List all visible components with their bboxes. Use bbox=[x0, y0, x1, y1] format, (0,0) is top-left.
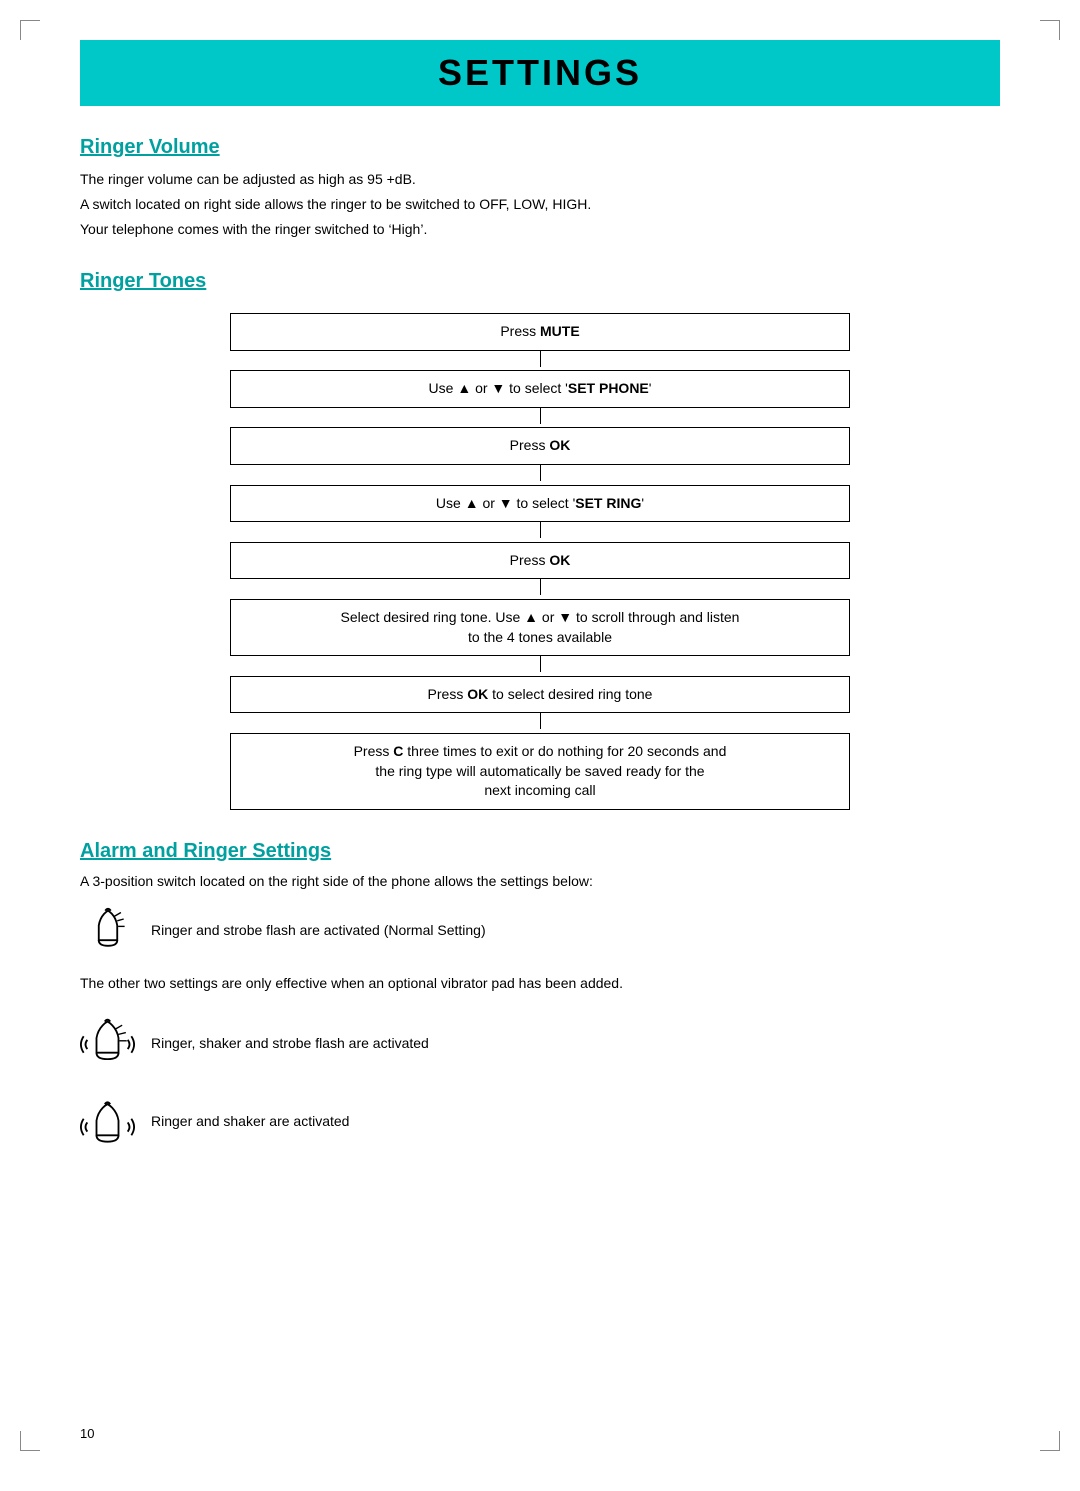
connector-3-cell bbox=[231, 464, 850, 485]
corner-mark-br bbox=[1040, 1431, 1060, 1451]
ring-only-icon-container bbox=[80, 1095, 135, 1149]
flow-step-7-cell: Press OK to select desired ring tone bbox=[231, 676, 850, 713]
flow-step-7: Press OK to select desired ring tone bbox=[231, 676, 850, 713]
flow-step-6-cell: Select desired ring tone. Use ▲ or ▼ to … bbox=[231, 599, 850, 655]
alarm-ringer-title: Alarm and Ringer Settings bbox=[80, 840, 1000, 863]
connector-4 bbox=[231, 522, 850, 543]
ringer-volume-line2: A switch located on right side allows th… bbox=[80, 194, 1000, 215]
flow-step-4-cell: Use ▲ or ▼ to select 'SET RING' bbox=[231, 485, 850, 522]
connector-2 bbox=[231, 407, 850, 428]
page-title: SETTINGS bbox=[100, 52, 980, 94]
alarm-setting-1: Ringer and strobe flash are activated (N… bbox=[80, 907, 1000, 955]
flow-step-2-cell: Use ▲ or ▼ to select 'SET PHONE' bbox=[231, 371, 850, 408]
connector-6-cell bbox=[231, 656, 850, 677]
connector-line-2 bbox=[540, 408, 541, 424]
connector-5-cell bbox=[231, 579, 850, 600]
flow-step-1-cell: Press MUTE bbox=[231, 314, 850, 351]
connector-7-cell bbox=[231, 713, 850, 734]
connector-5 bbox=[231, 579, 850, 600]
connector-line-5 bbox=[540, 579, 541, 595]
flow-step-1: Press MUTE bbox=[231, 314, 850, 351]
ringer-tones-section: Ringer Tones Press MUTE Use ▲ or ▼ to se… bbox=[80, 270, 1000, 810]
flow-step-8: Press C three times to exit or do nothin… bbox=[231, 733, 850, 809]
ringer-volume-line3: Your telephone comes with the ringer swi… bbox=[80, 219, 1000, 240]
ringer-tones-title: Ringer Tones bbox=[80, 270, 1000, 293]
connector-line-1 bbox=[540, 351, 541, 367]
connector-line-4 bbox=[540, 522, 541, 538]
connector-line-6 bbox=[540, 656, 541, 672]
flow-step-2: Use ▲ or ▼ to select 'SET PHONE' bbox=[231, 371, 850, 408]
flow-step-3-cell: Press OK bbox=[231, 428, 850, 465]
flow-step-5: Press OK bbox=[231, 542, 850, 579]
other-settings-note: The other two settings are only effectiv… bbox=[80, 975, 1000, 991]
flow-step-5-cell: Press OK bbox=[231, 542, 850, 579]
connector-2-cell bbox=[231, 407, 850, 428]
alarm-setting-3-text: Ringer and shaker are activated bbox=[151, 1111, 349, 1132]
bell-vibrate-icon-container bbox=[80, 1013, 135, 1075]
bell-vibrate-icon bbox=[80, 1013, 135, 1075]
flow-step-4: Use ▲ or ▼ to select 'SET RING' bbox=[231, 485, 850, 522]
flow-chart: Press MUTE Use ▲ or ▼ to select 'SET PHO… bbox=[230, 313, 850, 810]
alarm-ringer-section: Alarm and Ringer Settings A 3-position s… bbox=[80, 840, 1000, 1149]
bell-simple-icon bbox=[89, 907, 127, 955]
corner-mark-tl bbox=[20, 20, 40, 40]
connector-1-cell bbox=[231, 350, 850, 371]
ringer-volume-title: Ringer Volume bbox=[80, 136, 1000, 159]
alarm-setting-2: Ringer, shaker and strobe flash are acti… bbox=[80, 1013, 1000, 1075]
connector-7 bbox=[231, 713, 850, 734]
flow-step-8-cell: Press C three times to exit or do nothin… bbox=[231, 733, 850, 809]
connector-1 bbox=[231, 350, 850, 371]
corner-mark-bl bbox=[20, 1431, 40, 1451]
alarm-setting-3: Ringer and shaker are activated bbox=[80, 1095, 1000, 1149]
connector-line-3 bbox=[540, 465, 541, 481]
alarm-setting-1-text: Ringer and strobe flash are activated (N… bbox=[151, 920, 486, 941]
flow-step-6: Select desired ring tone. Use ▲ or ▼ to … bbox=[231, 599, 850, 655]
flow-step-3: Press OK bbox=[231, 428, 850, 465]
connector-4-cell bbox=[231, 522, 850, 543]
connector-line-7 bbox=[540, 713, 541, 729]
connector-6 bbox=[231, 656, 850, 677]
page-number: 10 bbox=[80, 1426, 94, 1441]
connector-3 bbox=[231, 464, 850, 485]
alarm-setting-2-text: Ringer, shaker and strobe flash are acti… bbox=[151, 1033, 429, 1054]
corner-mark-tr bbox=[1040, 20, 1060, 40]
bell-simple-icon-container bbox=[80, 907, 135, 955]
ringer-volume-section: Ringer Volume The ringer volume can be a… bbox=[80, 136, 1000, 240]
ring-only-icon bbox=[80, 1095, 135, 1149]
ringer-volume-line1: The ringer volume can be adjusted as hig… bbox=[80, 169, 1000, 190]
page-header: SETTINGS bbox=[80, 40, 1000, 106]
alarm-ringer-intro: A 3-position switch located on the right… bbox=[80, 873, 1000, 889]
